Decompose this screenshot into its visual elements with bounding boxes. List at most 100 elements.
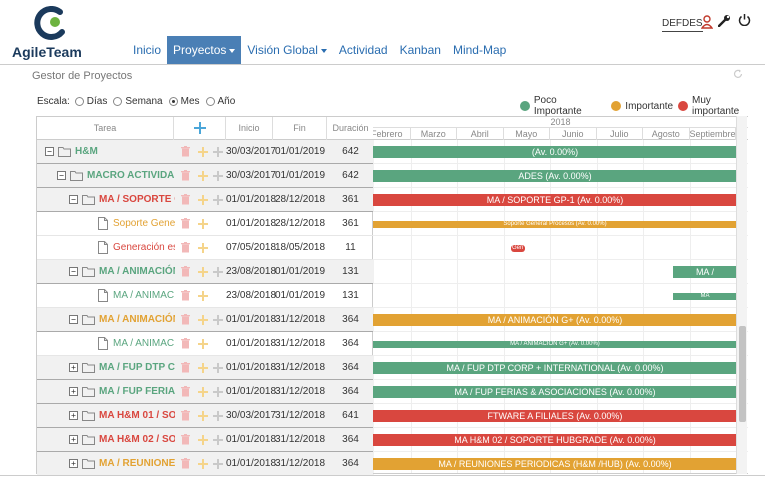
table-row[interactable]: − H&M 30/03/2017 01/01/2019 642 <box>37 140 374 164</box>
trash-icon[interactable] <box>181 242 190 253</box>
expand-icon[interactable]: + <box>69 387 78 396</box>
header-task[interactable]: Tarea <box>37 117 174 140</box>
nav-item-kanban[interactable]: Kanban <box>394 36 447 64</box>
gantt-bar[interactable]: MA / ANIMACIÓN G+ (Av. 0.00%) <box>373 340 737 348</box>
add-task-icon[interactable] <box>213 315 223 325</box>
scroll-thumb[interactable] <box>739 326 746 422</box>
scale-option-2[interactable]: Mes <box>168 96 200 107</box>
table-row[interactable]: Soporte General Procesos 01/01/201828/12/… <box>37 212 374 236</box>
trash-icon[interactable] <box>181 266 190 277</box>
table-row[interactable]: − MA / ANIMACIÓN 1 23/08/201801/01/2019 131 <box>37 260 374 284</box>
trash-icon[interactable] <box>181 338 190 349</box>
add-task-icon[interactable] <box>213 459 223 469</box>
trash-icon[interactable] <box>181 362 190 373</box>
wrench-icon[interactable] <box>718 14 731 27</box>
gantt-scrollbar[interactable] <box>736 116 747 474</box>
scale-radio[interactable] <box>74 97 84 106</box>
add-subtask-icon[interactable] <box>198 195 208 205</box>
scale-option-3[interactable]: Año <box>205 96 235 107</box>
nav-item-visi-n-global[interactable]: Visión Global <box>241 36 333 64</box>
add-task-icon[interactable] <box>213 435 223 445</box>
add-subtask-icon[interactable] <box>198 411 208 421</box>
scale-option-1[interactable]: Semana <box>113 96 163 107</box>
collapse-icon[interactable]: − <box>45 147 54 156</box>
header-end[interactable]: Fin <box>273 117 327 140</box>
add-task-icon[interactable] <box>194 122 206 134</box>
add-subtask-icon[interactable] <box>198 363 208 373</box>
expand-icon[interactable]: + <box>69 459 78 468</box>
add-subtask-icon[interactable] <box>198 147 208 157</box>
task-name[interactable]: MA / ANIMACIÓN G+ <box>113 332 175 356</box>
scale-radio[interactable] <box>168 97 178 106</box>
task-name[interactable]: MA / FUP DTP CORP + INTERNATIONAL <box>99 356 175 380</box>
refresh-icon[interactable] <box>733 69 743 79</box>
trash-icon[interactable] <box>181 434 190 445</box>
add-subtask-icon[interactable] <box>198 291 208 301</box>
gantt-bar[interactable]: MA <box>672 292 737 300</box>
task-name[interactable]: Soporte General Procesos <box>113 212 175 236</box>
add-task-icon[interactable] <box>213 147 223 157</box>
trash-icon[interactable] <box>181 458 190 469</box>
expand-icon[interactable]: + <box>69 435 78 444</box>
header-duration[interactable]: Duración <box>327 117 374 140</box>
add-subtask-icon[interactable] <box>198 387 208 397</box>
gantt-bar[interactable]: MA / FUP DTP CORP + INTERNATIONAL (Av. 0… <box>373 362 737 374</box>
task-name[interactable]: MA / REUNIONES PERIODICAS (H&M /HUB) <box>99 452 175 476</box>
add-subtask-icon[interactable] <box>198 219 208 229</box>
task-name[interactable]: MA / ANIMACIÓN G+ <box>99 308 175 332</box>
table-row[interactable]: − MA / ANIMACIÓN G+ 01/01/201831/12/2018 36… <box>37 308 374 332</box>
task-name[interactable]: Generación esquemas <box>113 236 175 260</box>
task-name[interactable]: H&M <box>75 140 175 164</box>
task-name[interactable]: MACRO ACTIVIDADES <box>87 164 175 188</box>
scale-radio[interactable] <box>205 97 215 106</box>
add-subtask-icon[interactable] <box>198 315 208 325</box>
add-subtask-icon[interactable] <box>198 243 208 253</box>
add-subtask-icon[interactable] <box>198 171 208 181</box>
gantt-bar[interactable]: Soporte General Procesos (Av. 0.00%) <box>373 220 737 228</box>
nav-item-mind-map[interactable]: Mind-Map <box>447 36 512 64</box>
gantt-bar[interactable]: MA / ANIMACIÓN G+ (Av. 0.00%) <box>373 314 737 326</box>
add-task-icon[interactable] <box>213 171 223 181</box>
task-name[interactable]: MA / FUP FERIAS & ASOCIACIONES <box>99 380 175 404</box>
scale-option-0[interactable]: Días <box>74 96 107 107</box>
table-row[interactable]: + MA H&M 01 / SOPORTE SOFTWARE A FILIALES… <box>37 404 374 428</box>
logo[interactable]: AgileTeam <box>12 4 92 64</box>
task-name[interactable]: MA / SOPORTE GP-1 <box>99 188 175 212</box>
nav-item-actividad[interactable]: Actividad <box>333 36 394 64</box>
user-name[interactable]: DEFDES <box>662 18 703 32</box>
table-row[interactable]: − MA / SOPORTE GP-1 01/01/201828/12/2018 36… <box>37 188 374 212</box>
task-name[interactable]: MA H&M 02 / SOPORTE HUBGRADE <box>99 428 175 452</box>
task-name[interactable]: MA / ANIMACIÓN <box>113 284 175 308</box>
task-name[interactable]: MA / ANIMACIÓN 1 <box>99 260 175 284</box>
table-row[interactable]: Generación esquemas 07/05/201818/05/2018 1… <box>37 236 374 260</box>
gantt-bar[interactable]: MA / FUP FERIAS & ASOCIACIONES (Av. 0.00… <box>373 386 737 398</box>
collapse-icon[interactable]: − <box>57 171 66 180</box>
add-task-icon[interactable] <box>213 363 223 373</box>
header-start[interactable]: Inicio <box>226 117 273 140</box>
scale-radio[interactable] <box>113 97 123 106</box>
table-row[interactable]: MA / ANIMACIÓN 23/08/201801/01/2019 131 <box>37 284 374 308</box>
gantt-bar[interactable]: (Av. 0.00%) <box>373 146 737 158</box>
trash-icon[interactable] <box>181 410 190 421</box>
gantt-bar[interactable]: MA H&M 02 / SOPORTE HUBGRADE (Av. 0.00%) <box>373 434 737 446</box>
trash-icon[interactable] <box>181 386 190 397</box>
expand-icon[interactable]: + <box>69 411 78 420</box>
trash-icon[interactable] <box>181 218 190 229</box>
add-subtask-icon[interactable] <box>198 267 208 277</box>
add-task-icon[interactable] <box>213 387 223 397</box>
add-subtask-icon[interactable] <box>198 339 208 349</box>
trash-icon[interactable] <box>181 146 190 157</box>
table-row[interactable]: +MA H&M 02 / SOPORTE HUBGRADE01/01/20183… <box>37 428 374 452</box>
add-task-icon[interactable] <box>213 411 223 421</box>
add-subtask-icon[interactable] <box>198 435 208 445</box>
table-row[interactable]: + MA / REUNIONES PERIODICAS (H&M /HUB) 01/… <box>37 452 374 476</box>
table-row[interactable]: − MACRO ACTIVIDADES 30/03/201701/01/2019 64… <box>37 164 374 188</box>
power-icon[interactable] <box>738 13 751 26</box>
trash-icon[interactable] <box>181 290 190 301</box>
trash-icon[interactable] <box>181 170 190 181</box>
gantt-bar[interactable]: MA / <box>672 266 737 278</box>
gantt-bar[interactable]: FTWARE A FILIALES (Av. 0.00%) <box>373 410 737 422</box>
add-task-icon[interactable] <box>213 195 223 205</box>
gantt-bar[interactable]: Gen <box>510 244 525 252</box>
add-task-icon[interactable] <box>213 267 223 277</box>
